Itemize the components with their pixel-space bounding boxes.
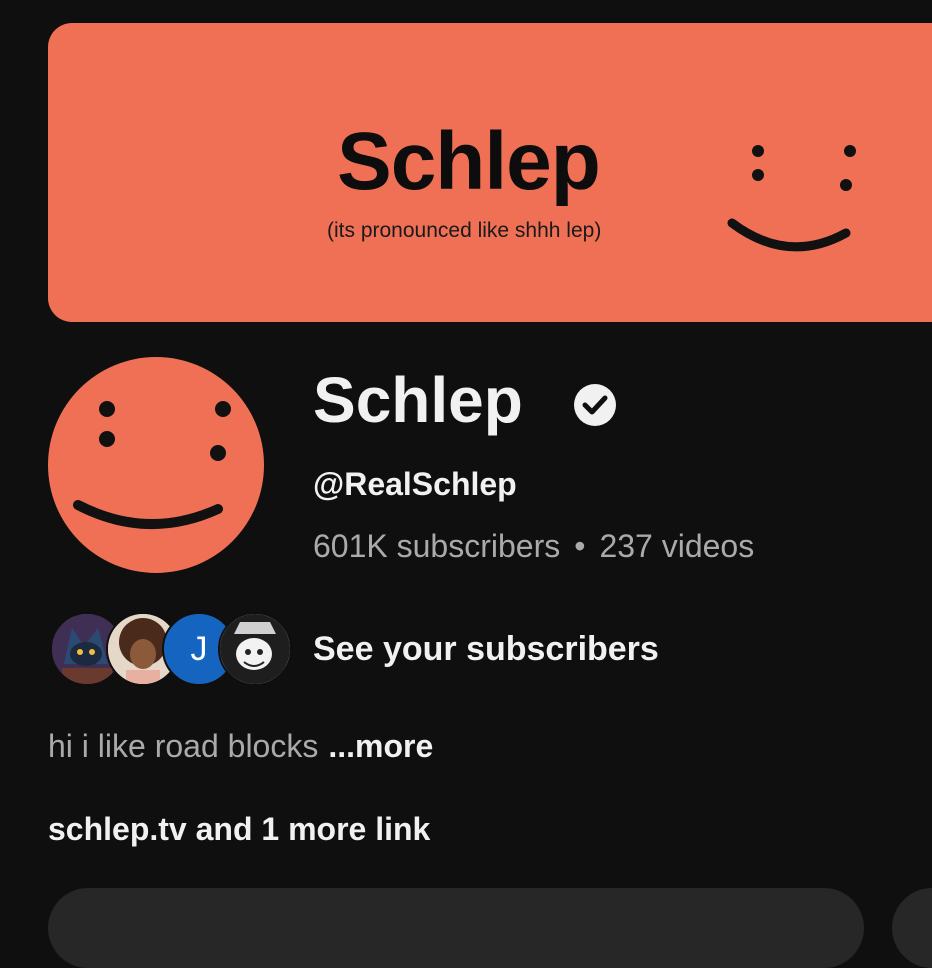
verified-badge-icon	[574, 384, 616, 426]
more-link[interactable]: ...more	[328, 728, 433, 764]
video-count: 237 videos	[599, 528, 755, 564]
stats-separator: •	[574, 528, 586, 564]
subscriber-count: 601K subscribers	[313, 528, 561, 564]
channel-banner: Schlep (its pronounced like shhh lep)	[48, 23, 932, 322]
channel-name: Schlep	[313, 364, 523, 436]
subscriber-avatar	[218, 612, 292, 686]
see-subscribers-link[interactable]: See your subscribers	[313, 630, 659, 669]
channel-links[interactable]: schlep.tv and 1 more link	[48, 811, 430, 848]
smiley-face-icon	[73, 401, 231, 530]
channel-avatar[interactable]	[48, 357, 264, 573]
description-text: hi i like road blocks	[48, 728, 319, 764]
action-button[interactable]	[892, 888, 932, 968]
channel-description[interactable]: hi i like road blocks ...more	[48, 728, 433, 765]
subscriber-initial: J	[190, 629, 208, 668]
subscribe-button[interactable]	[48, 888, 864, 968]
banner-title: Schlep	[337, 116, 601, 207]
cartoon-character-avatar-icon	[220, 614, 290, 684]
banner-subtitle: (its pronounced like shhh lep)	[327, 219, 602, 242]
channel-handle: @RealSchlep	[313, 466, 517, 502]
see-subscribers-row[interactable]: J See your subscribers	[50, 612, 710, 686]
channel-stats: 601K subscribers • 237 videos	[313, 528, 754, 565]
smiley-face-icon	[727, 145, 856, 252]
